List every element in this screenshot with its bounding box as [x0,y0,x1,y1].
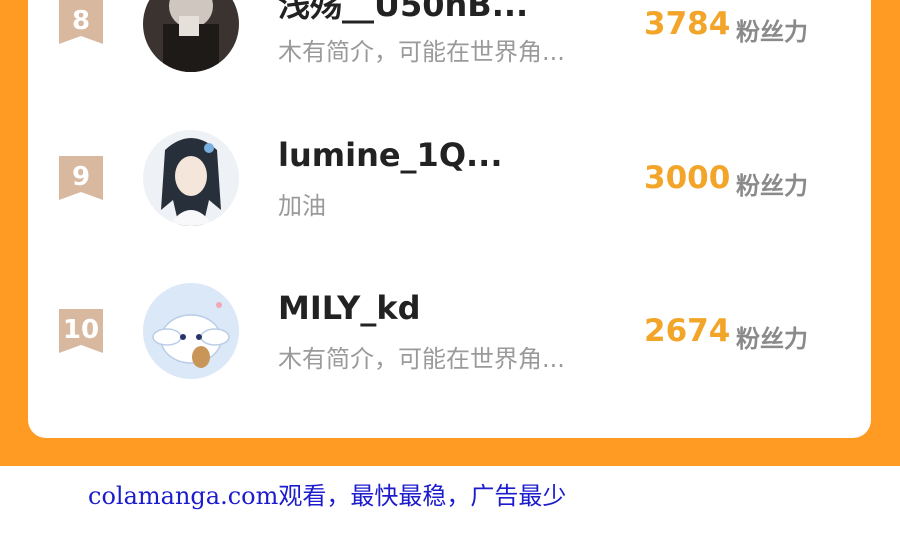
ranking-card: 8 浅殇__U50nB... 木有简介，可能在世界角... 3784 粉丝力 9 [28,0,871,438]
fans-count: 3784 [644,6,731,42]
user-name: MILY_kd [278,289,421,327]
fans-count: 2674 [644,313,731,349]
watermark-footer: colamanga.com观看，最快最稳，广告最少 [88,482,567,510]
rank-number: 10 [62,315,100,345]
user-bio: 加油 [278,192,326,220]
fans-count: 3000 [644,160,731,196]
rank-badge: 10 [59,309,103,353]
ranking-row-10[interactable]: 10 MILY_kd 木有简介，可能在世界角... 2674 粉丝力 [28,275,871,395]
rank-number: 9 [71,162,91,192]
rank-badge: 9 [59,156,103,200]
rank-number: 8 [71,6,91,36]
user-bio: 木有简介，可能在世界角... [278,345,565,373]
user-bio: 木有简介，可能在世界角... [278,38,565,66]
avatar[interactable] [143,283,239,379]
ranking-row-8[interactable]: 8 浅殇__U50nB... 木有简介，可能在世界角... 3784 粉丝力 [28,0,871,90]
user-name: 浅殇__U50nB... [278,0,529,24]
ranking-row-9[interactable]: 9 lumine_1Q... 加油 3000 粉丝力 [28,122,871,242]
fans-label: 粉丝力 [736,172,808,200]
user-name: lumine_1Q... [278,136,503,174]
fans-label: 粉丝力 [736,18,808,46]
avatar[interactable] [143,0,239,72]
avatar[interactable] [143,130,239,226]
rank-badge: 8 [59,0,103,44]
fans-label: 粉丝力 [736,325,808,353]
